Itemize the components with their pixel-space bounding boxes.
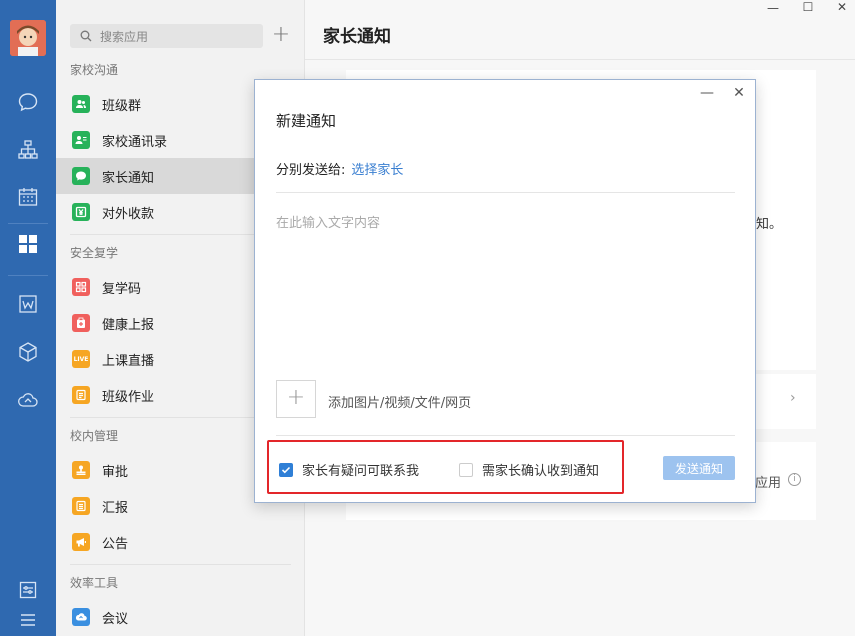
window-minimize-button[interactable]: — [763,1,783,15]
meeting-icon [72,608,90,626]
notice-text-input[interactable] [276,212,735,362]
add-attachment-label: 添加图片/视频/文件/网页 [328,396,472,411]
left-rail [0,0,56,636]
sidebar-item-label: 家长通知 [102,170,155,186]
send-to-row: 分别发送给: 选择家长 [276,159,403,178]
chevron-right-icon: › [790,390,796,406]
avatar[interactable] [10,20,46,56]
select-parents-link[interactable]: 选择家长 [351,163,403,178]
window-close-button[interactable]: ✕ [832,0,852,14]
section-title: 家校沟通 [70,63,119,77]
contacts-icon [72,131,90,149]
qr-icon [72,278,90,296]
sidebar-item-meeting[interactable]: 会议 [56,599,305,635]
divider [276,192,735,193]
homework-icon [72,386,90,404]
contact-me-checkbox[interactable]: 家长有疑问可联系我 [279,460,419,479]
search-icon [80,30,92,42]
cloud-icon[interactable] [14,386,42,414]
checkbox-label: 需家长确认收到通知 [482,464,600,479]
sidebar-item-label: 班级作业 [102,389,155,405]
search-input[interactable]: 搜索应用 [70,24,263,48]
section-title: 效率工具 [70,576,119,590]
checkbox-checked-icon [279,462,293,477]
sidebar-item-label: 汇报 [102,500,129,516]
approve-icon [72,461,90,479]
info-icon[interactable]: i [788,473,801,486]
chat-bubble-icon [72,167,90,185]
card-text: 知。 [756,217,783,232]
live-icon: LIVE [72,350,90,368]
sidebar-item-label: 对外收款 [102,206,155,222]
dialog-close-button[interactable]: ✕ [731,86,747,102]
checkbox-label: 家长有疑问可联系我 [302,464,420,479]
apps-grid-icon[interactable] [14,230,42,258]
checkbox-unchecked-icon [459,462,473,477]
search-placeholder: 搜索应用 [100,29,149,44]
calendar-icon[interactable] [14,183,42,211]
send-to-label: 分别发送给: [276,163,346,178]
message-icon[interactable] [14,88,42,116]
doc-icon [72,497,90,515]
window-maximize-button[interactable]: ☐ [798,0,818,14]
send-notice-button[interactable]: 发送通知 [663,456,735,480]
add-attachment-button[interactable]: + [276,380,316,418]
yuan-icon [72,203,90,221]
confirm-receipt-checkbox[interactable]: 需家长确认收到通知 [459,460,599,479]
new-notice-dialog: — ✕ 新建通知 分别发送给: 选择家长 + 添加图片/视频/文件/网页 家长有疑… [254,79,756,503]
divider [305,59,855,60]
sidebar-item-announcement[interactable]: 公告 [56,524,305,560]
megaphone-icon [72,533,90,551]
menu-icon[interactable] [14,606,42,634]
dialog-minimize-button[interactable]: — [699,86,715,102]
dialog-title: 新建通知 [276,112,337,130]
cube-icon[interactable] [14,338,42,366]
divider [276,435,735,436]
add-app-button[interactable]: + [270,24,292,47]
sidebar-item-label: 复学码 [102,281,142,297]
org-chart-icon[interactable] [14,136,42,164]
card-text: 应用 [755,476,782,491]
section-title: 安全复学 [70,246,119,260]
document-w-icon[interactable] [14,290,42,318]
sidebar-item-label: 健康上报 [102,317,155,333]
report-icon [72,314,90,332]
section-title: 校内管理 [70,429,119,443]
sidebar-item-label: 审批 [102,464,129,480]
sidebar-item-label: 家校通讯录 [102,134,168,150]
page-title: 家长通知 [323,27,391,47]
divider [70,564,291,565]
settings-sliders-icon[interactable] [14,576,42,604]
sidebar-item-label: 公告 [102,536,129,552]
group-icon [72,95,90,113]
sidebar-item-label: 会议 [102,611,129,627]
sidebar-item-label: 上课直播 [102,353,155,369]
sidebar-item-label: 班级群 [102,98,142,114]
